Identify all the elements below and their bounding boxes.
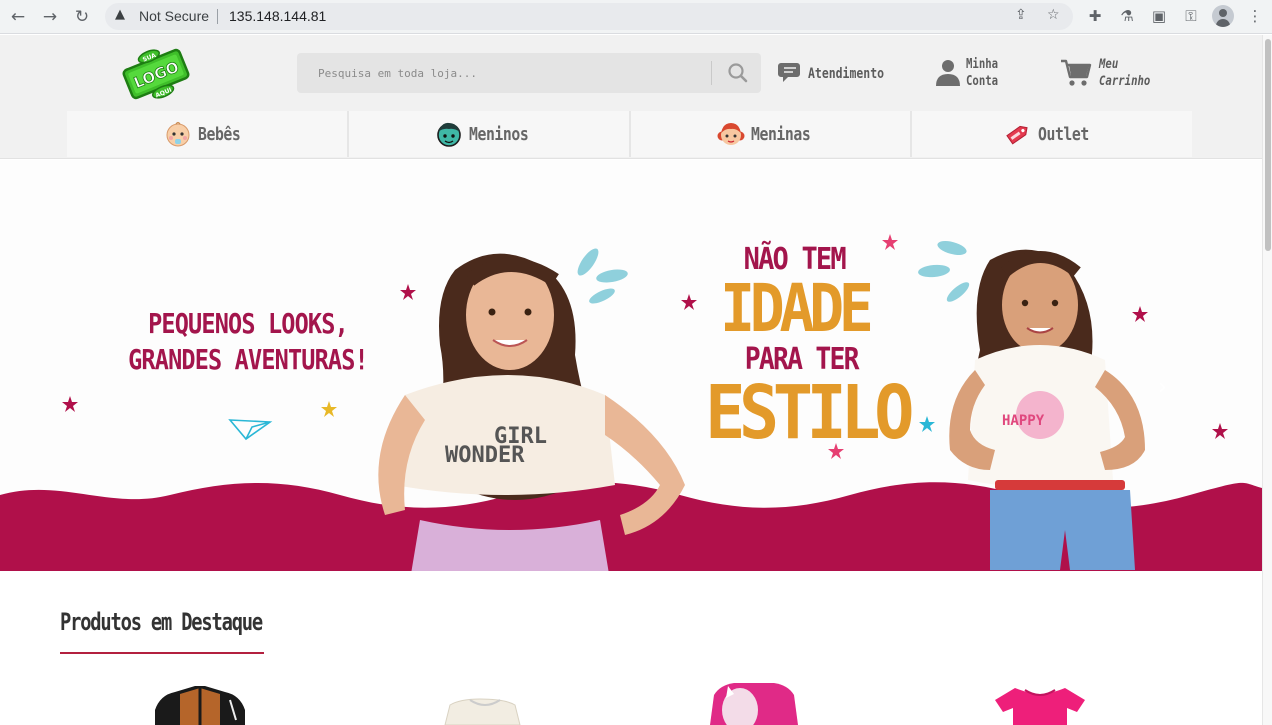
forward-icon[interactable]: → xyxy=(38,5,62,29)
page-scrollbar[interactable] xyxy=(1262,35,1272,725)
featured-title-underline xyxy=(60,652,264,654)
url-text[interactable]: 135.148.144.81 xyxy=(229,8,326,24)
chat-support-icon xyxy=(778,63,800,82)
category-nav: Bebês Meninos Meninas Outlet xyxy=(67,111,1192,157)
shirt-text-wonder: WONDER xyxy=(445,443,525,468)
scrollbar-thumb[interactable] xyxy=(1265,39,1271,251)
search-icon[interactable] xyxy=(716,53,761,93)
security-label[interactable]: Not Secure xyxy=(139,8,209,24)
sidepanel-icon[interactable]: ▣ xyxy=(1148,5,1170,27)
user-account-icon xyxy=(936,60,960,86)
hero-banner[interactable]: GIRL WONDER HAPPY PEQUENOS LOOKS, GRANDE… xyxy=(0,160,1262,571)
menu-dots-icon[interactable]: ⋮ xyxy=(1244,5,1266,27)
category-meninas[interactable]: Meninas xyxy=(630,111,913,157)
reload-icon[interactable]: ↻ xyxy=(70,5,94,29)
address-separator xyxy=(217,9,218,24)
baby-face-icon xyxy=(166,121,190,147)
girl-face-icon xyxy=(717,123,745,145)
browser-toolbar: ← → ↻ ▲ Not Secure 135.148.144.81 ⇪ ☆ ✚ … xyxy=(0,0,1272,34)
featured-title: Produtos em Destaque xyxy=(60,608,263,636)
store-logo[interactable]: LOGO SUA AQUI xyxy=(120,45,192,103)
search-box xyxy=(297,53,761,93)
product-thumb-pink-jacket[interactable] xyxy=(700,680,810,725)
carrinho-line1: Meu xyxy=(1099,57,1119,72)
product-thumb-jacket[interactable] xyxy=(145,680,255,725)
extensions-icon[interactable]: ✚ xyxy=(1084,5,1106,27)
category-label: Meninos xyxy=(469,123,529,145)
shirt-text-happy: HAPPY xyxy=(1002,413,1045,429)
search-divider xyxy=(711,61,712,85)
category-bebes[interactable]: Bebês xyxy=(67,111,349,157)
address-bar[interactable]: ▲ Not Secure 135.148.144.81 ⇪ ☆ xyxy=(105,3,1073,30)
site-header: LOGO SUA AQUI Atendimento xyxy=(0,35,1262,159)
share-icon[interactable]: ⇪ xyxy=(1015,7,1027,23)
atendimento-link[interactable]: Atendimento xyxy=(777,55,887,95)
carrinho-line2: Carrinho xyxy=(1099,74,1151,89)
atendimento-label: Atendimento xyxy=(808,66,885,82)
labs-flask-icon[interactable]: ⚗ xyxy=(1116,5,1138,27)
key-icon[interactable]: ⚿ xyxy=(1180,5,1202,27)
meu-carrinho-link[interactable]: Meu Carrinho xyxy=(1060,55,1170,95)
product-thumb-pink-tshirt[interactable] xyxy=(985,680,1095,725)
conta-line2: Conta xyxy=(966,74,999,89)
category-meninos[interactable]: Meninos xyxy=(348,111,631,157)
minha-conta-link[interactable]: Minha Conta xyxy=(935,55,1015,95)
back-icon[interactable]: ← xyxy=(6,5,30,29)
headline-line2: GRANDES AVENTURAS! xyxy=(128,343,369,376)
category-label: Bebês xyxy=(198,123,241,145)
carousel-next-icon[interactable]: › xyxy=(1158,375,1167,400)
banner-headline-left: PEQUENOS LOOKS, GRANDES AVENTURAS! xyxy=(122,306,374,378)
shopping-cart-icon xyxy=(1061,59,1092,86)
tag-icon xyxy=(1006,125,1028,145)
category-label: Meninas xyxy=(751,123,811,145)
category-label: Outlet xyxy=(1038,123,1089,145)
product-thumb-white-top[interactable] xyxy=(430,680,540,725)
bookmark-star-icon[interactable]: ☆ xyxy=(1047,7,1060,23)
profile-avatar[interactable] xyxy=(1212,5,1234,27)
conta-line1: Minha xyxy=(966,57,999,72)
category-outlet[interactable]: Outlet xyxy=(912,111,1192,157)
banner-line-estilo: ESTILO xyxy=(705,370,914,456)
warning-icon[interactable]: ▲ xyxy=(115,7,125,22)
search-input[interactable] xyxy=(297,53,711,93)
headline-line1: PEQUENOS LOOKS, xyxy=(148,307,349,340)
search-button[interactable] xyxy=(716,53,761,93)
paper-plane-icon xyxy=(228,419,273,441)
boy-face-icon xyxy=(437,122,462,147)
banner-line-idade: IDADE xyxy=(720,270,874,347)
